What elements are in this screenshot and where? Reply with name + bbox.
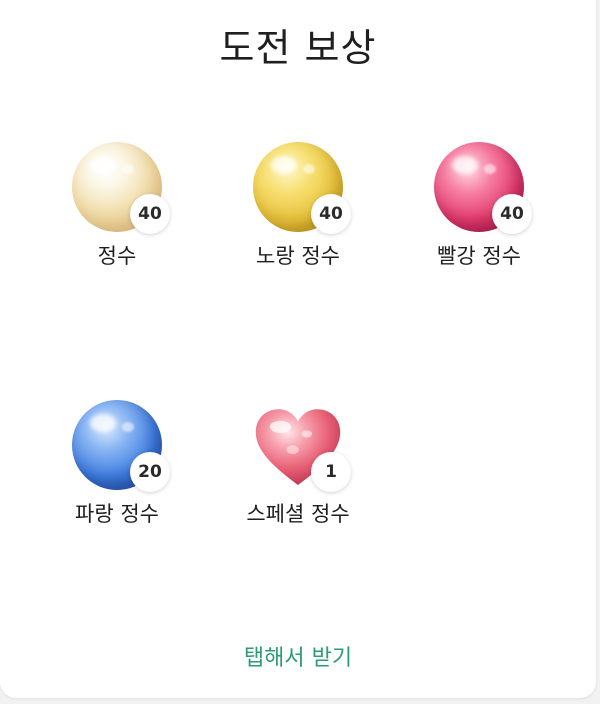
reward-item-blue-essence: 20 파랑 정수 <box>27 400 207 550</box>
reward-item-essence: 40 정수 <box>27 142 207 292</box>
reward-item-special-essence: 1 스페셜 정수 <box>208 400 388 550</box>
reward-item-yellow-essence: 40 노랑 정수 <box>208 142 388 292</box>
reward-item-red-essence: 40 빨강 정수 <box>389 142 569 292</box>
reward-label: 스페셜 정수 <box>246 502 350 526</box>
reward-count-badge: 20 <box>130 452 170 492</box>
reward-label: 파랑 정수 <box>75 502 159 526</box>
reward-label: 빨강 정수 <box>437 244 521 268</box>
dialog-title: 도전 보상 <box>219 26 377 70</box>
reward-label: 정수 <box>97 244 137 268</box>
reward-count-badge: 1 <box>311 452 351 492</box>
reward-count-badge: 40 <box>311 194 351 234</box>
reward-count-badge: 40 <box>492 194 532 234</box>
tap-to-claim-button[interactable]: 탭해서 받기 <box>0 642 596 676</box>
reward-dialog: 도전 보상 40 정수 40 노랑 정수 40 빨강 정수 20 파랑 정수 1… <box>0 0 596 698</box>
reward-count-badge: 40 <box>130 194 170 234</box>
reward-label: 노랑 정수 <box>256 244 340 268</box>
